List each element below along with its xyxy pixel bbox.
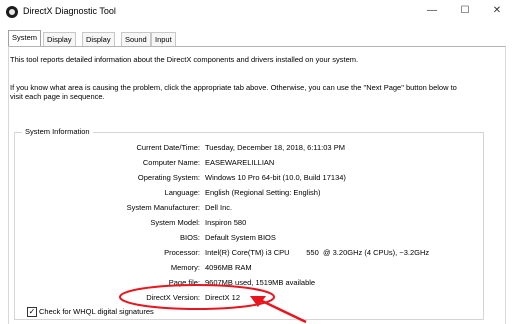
annotation-overlay — [119, 284, 307, 323]
tab-system[interactable]: System — [8, 30, 42, 46]
annotation-arrow-shaft — [259, 298, 307, 323]
